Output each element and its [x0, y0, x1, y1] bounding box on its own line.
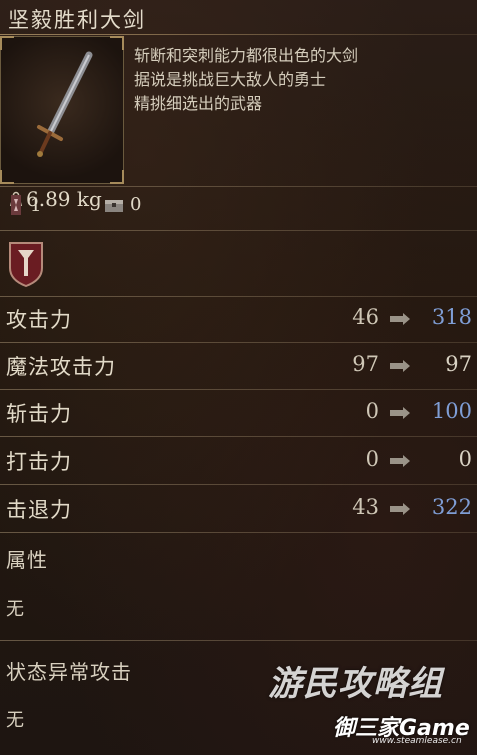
stat-current: 43	[352, 495, 379, 519]
frame-corner	[0, 170, 14, 184]
watermark-brand: 游民攻略组	[268, 664, 443, 704]
stat-new: 100	[431, 399, 472, 423]
arrow-icon	[390, 360, 410, 372]
arrow-icon	[390, 313, 410, 325]
stat-current: 97	[352, 352, 379, 376]
item-name: 坚毅胜利大剑	[8, 8, 146, 32]
stat-row-attack: 攻击力 46 318	[0, 296, 477, 342]
slot-count: 1	[8, 194, 41, 216]
description-line: 斩断和突刺能力都很出色的大剑	[134, 46, 359, 65]
frame-corner	[110, 36, 124, 50]
stat-row-knockback: 击退力 43 322	[0, 486, 477, 532]
attribute-value: 无	[6, 599, 24, 620]
description-line: 据说是挑战巨大敌人的勇士	[134, 70, 327, 89]
stat-row-slash: 斩击力 0 100	[0, 390, 477, 436]
arrow-icon	[390, 455, 410, 467]
stat-label: 打击力	[6, 450, 72, 474]
stat-new: 97	[445, 352, 472, 376]
slot-count-value: 1	[30, 194, 42, 216]
divider	[0, 186, 477, 187]
storage-chest-icon	[105, 199, 123, 212]
stat-row-magic-attack: 魔法攻击力 97 97	[0, 343, 477, 389]
divider	[0, 484, 477, 485]
storage-count: 0	[104, 194, 141, 215]
attribute-label: 属性	[6, 548, 48, 572]
item-description: 斩断和突刺能力都很出色的大剑 据说是挑战巨大敌人的勇士 精挑细选出的武器	[134, 44, 464, 116]
item-image-frame: 6.89 kg	[0, 36, 124, 211]
stat-label: 魔法攻击力	[6, 355, 116, 379]
description-line: 精挑细选出的武器	[134, 94, 263, 113]
divider	[0, 230, 477, 231]
arrow-icon	[390, 503, 410, 515]
frame-corner	[110, 170, 124, 184]
status-effect-label: 状态异常攻击	[6, 660, 132, 684]
stat-row-strike: 打击力 0 0	[0, 438, 477, 484]
stat-current: 0	[365, 447, 379, 471]
stat-label: 击退力	[6, 498, 72, 522]
status-effect-value: 无	[6, 710, 24, 731]
stat-new: 0	[458, 447, 472, 471]
greatsword-icon	[37, 51, 93, 157]
frame-corner	[0, 36, 14, 50]
divider	[0, 640, 477, 641]
stat-new: 322	[431, 495, 472, 519]
item-detail-panel: 坚毅胜利大剑 6.89 kg 斩断和突刺能力都很出色的大剑 据说是挑战巨大敌人的…	[0, 0, 477, 755]
divider	[0, 436, 477, 437]
stat-new: 318	[431, 305, 472, 329]
stat-current: 46	[352, 305, 379, 329]
arrow-icon	[390, 407, 410, 419]
item-counts: 1 0	[0, 192, 477, 224]
stat-label: 攻击力	[6, 308, 72, 332]
divider	[0, 532, 477, 533]
slot-icon	[11, 195, 21, 215]
title-divider	[0, 34, 477, 35]
stat-label: 斩击力	[6, 402, 72, 426]
crest-icon	[9, 242, 43, 288]
watermark-url: www.steamlease.cn	[372, 736, 462, 746]
storage-count-value: 0	[130, 194, 142, 215]
stat-current: 0	[365, 399, 379, 423]
